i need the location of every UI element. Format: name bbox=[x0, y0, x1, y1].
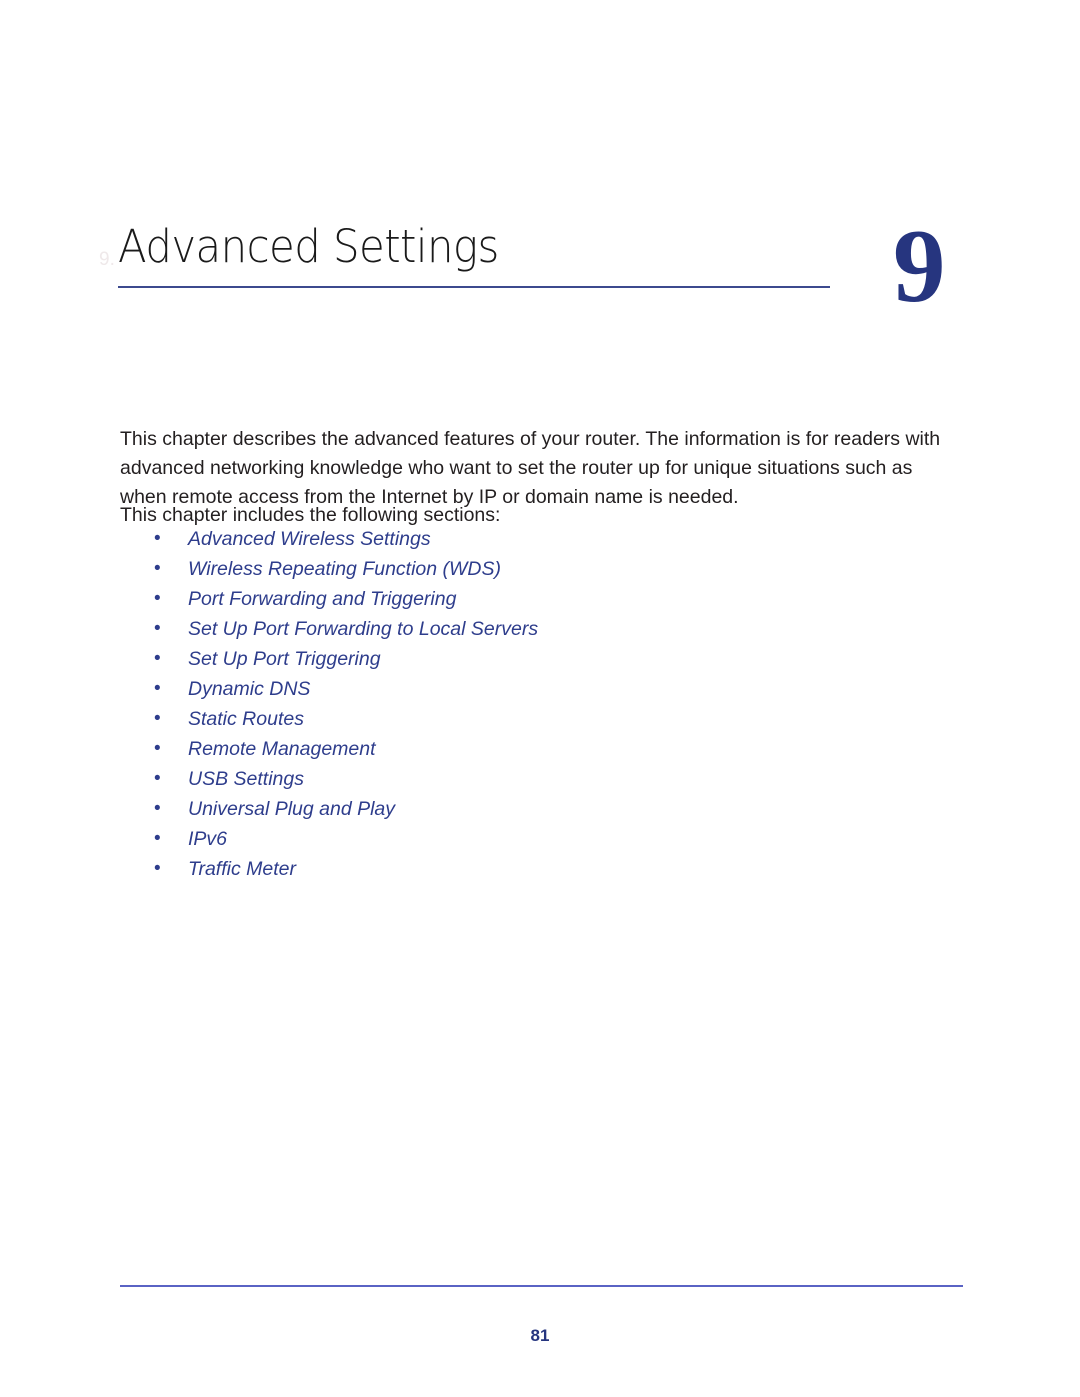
list-item[interactable]: • Wireless Repeating Function (WDS) bbox=[120, 554, 962, 584]
chapter-header: Advanced Settings 9 bbox=[0, 207, 1080, 338]
bullet-icon: • bbox=[154, 828, 161, 849]
list-item[interactable]: • IPv6 bbox=[120, 824, 962, 854]
title-divider bbox=[118, 286, 830, 288]
page-title: Advanced Settings bbox=[118, 220, 499, 273]
section-link-label: Remote Management bbox=[188, 738, 376, 760]
section-link-label: USB Settings bbox=[188, 768, 304, 790]
list-item[interactable]: • Universal Plug and Play bbox=[120, 794, 962, 824]
bullet-icon: • bbox=[154, 618, 161, 639]
section-link-label: Port Forwarding and Triggering bbox=[188, 588, 457, 610]
intro-paragraph: This chapter describes the advanced feat… bbox=[120, 427, 941, 508]
list-item[interactable]: • Advanced Wireless Settings bbox=[120, 524, 962, 554]
section-link-label: Set Up Port Triggering bbox=[188, 648, 381, 670]
bullet-icon: • bbox=[154, 798, 161, 819]
section-link-label: Traffic Meter bbox=[188, 858, 296, 880]
document-page: Advanced Settings 9 9. This chapter desc… bbox=[0, 0, 1080, 1397]
list-item[interactable]: • Set Up Port Triggering bbox=[120, 644, 962, 674]
list-item[interactable]: • Static Routes bbox=[120, 704, 962, 734]
footer-divider bbox=[120, 1285, 963, 1287]
bullet-icon: • bbox=[154, 678, 161, 699]
list-item[interactable]: • Port Forwarding and Triggering bbox=[120, 584, 962, 614]
section-link-label: Dynamic DNS bbox=[188, 678, 311, 700]
bullet-icon: • bbox=[154, 708, 161, 729]
bullet-icon: • bbox=[154, 738, 161, 759]
chapter-number: 9 bbox=[893, 207, 946, 324]
bullet-icon: • bbox=[154, 648, 161, 669]
list-item[interactable]: • Dynamic DNS bbox=[120, 674, 962, 704]
list-item[interactable]: • Traffic Meter bbox=[120, 854, 962, 884]
section-link-label: Advanced Wireless Settings bbox=[188, 528, 431, 550]
list-item[interactable]: • Remote Management bbox=[120, 734, 962, 764]
bullet-icon: • bbox=[154, 858, 161, 879]
list-item[interactable]: • Set Up Port Forwarding to Local Server… bbox=[120, 614, 962, 644]
bullet-icon: • bbox=[154, 588, 161, 609]
bullet-icon: • bbox=[154, 768, 161, 789]
section-link-label: Universal Plug and Play bbox=[188, 798, 396, 820]
section-link-label: IPv6 bbox=[188, 828, 228, 850]
section-link-label: Wireless Repeating Function (WDS) bbox=[188, 558, 502, 580]
list-item[interactable]: • USB Settings bbox=[120, 764, 962, 794]
section-link-list: • Advanced Wireless Settings • Wireless … bbox=[120, 524, 962, 884]
chapter-watermark: 9. bbox=[99, 249, 115, 270]
section-link-label: Set Up Port Forwarding to Local Servers bbox=[188, 618, 539, 640]
section-link-label: Static Routes bbox=[188, 708, 304, 730]
bullet-icon: • bbox=[154, 558, 161, 579]
bullet-icon: • bbox=[154, 528, 161, 549]
page-number: 81 bbox=[530, 1326, 550, 1345]
